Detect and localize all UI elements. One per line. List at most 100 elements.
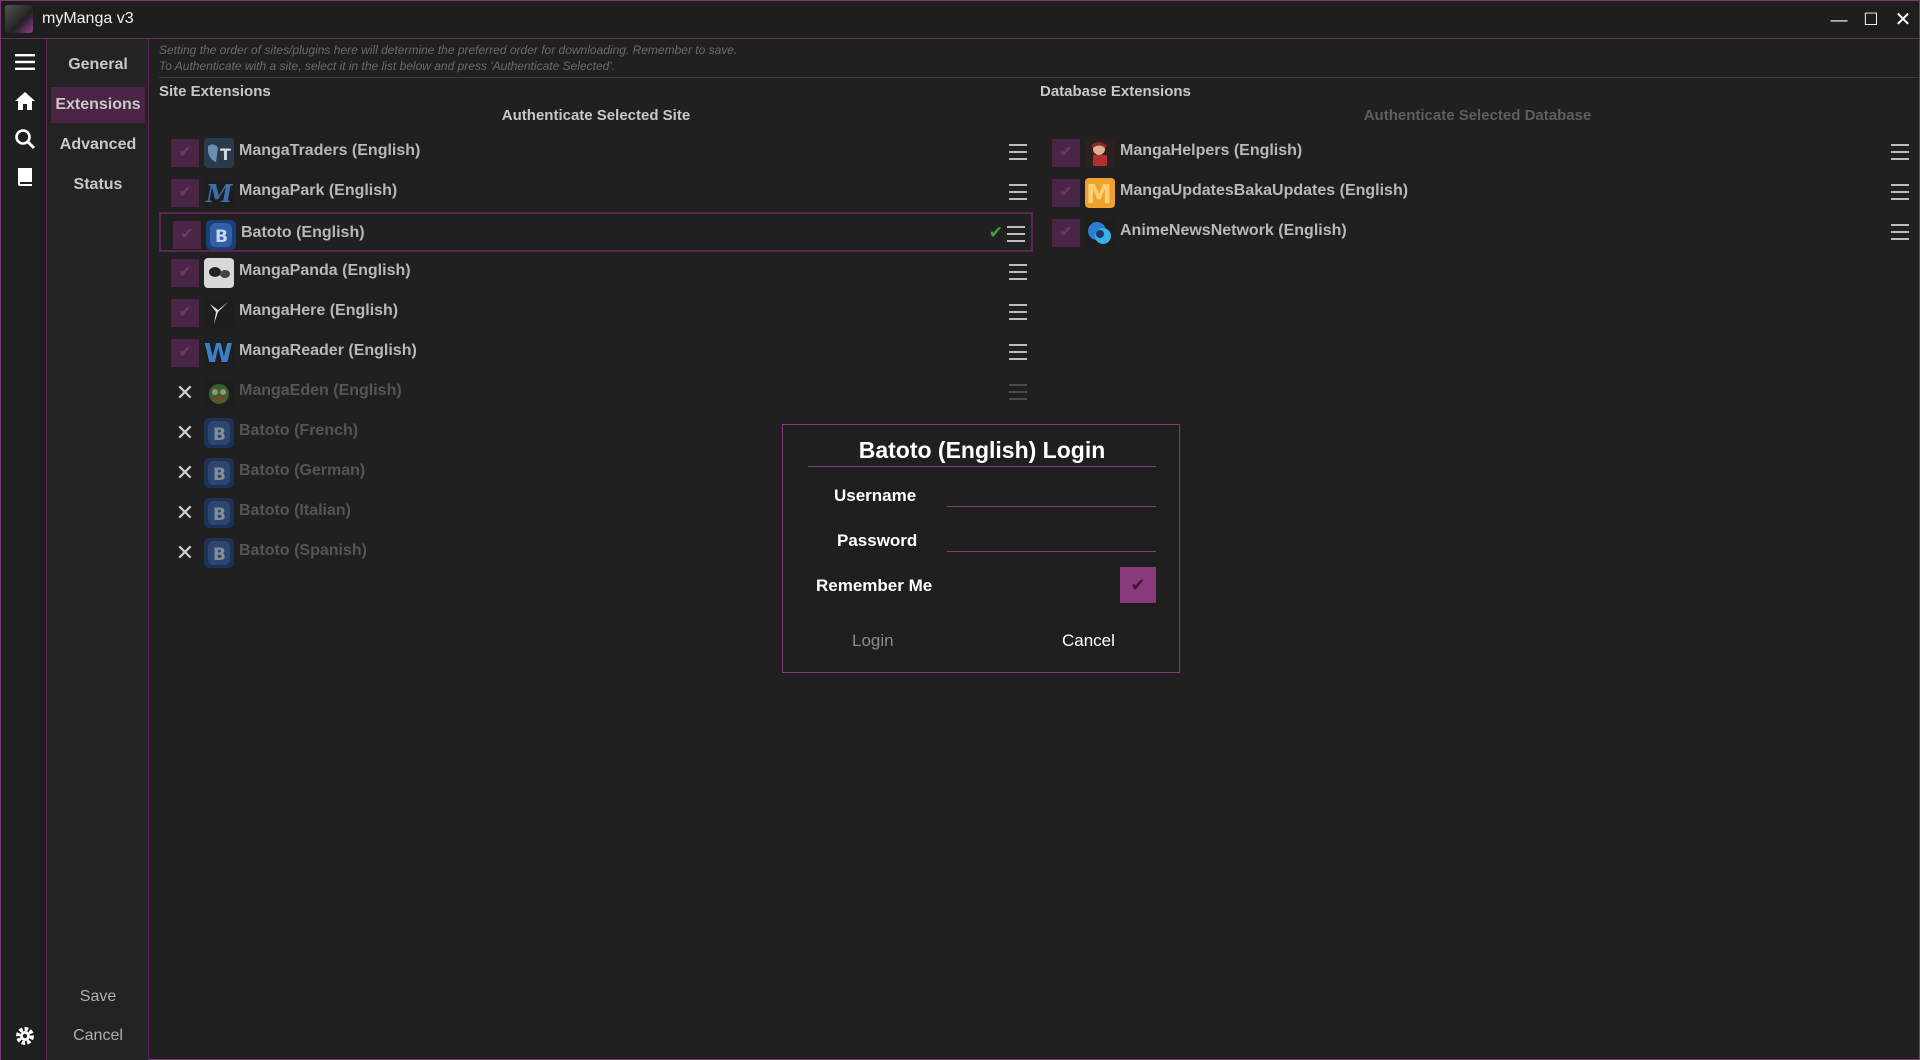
drag-handle-icon[interactable] [1009,384,1027,400]
mangapanda-icon [204,258,234,288]
title-bar[interactable]: myManga v3 — ☐ ✕ [1,1,1919,39]
nav-item-status[interactable]: Status [51,167,145,203]
drag-handle-icon[interactable] [1009,264,1027,280]
login-dialog: Batoto (English) Login Username Password… [782,424,1180,673]
mangaeden-icon [204,378,234,408]
login-button[interactable]: Login [852,631,894,651]
site-extension-row-selected[interactable]: B Batoto (English) ✔ [159,212,1033,252]
minimize-button[interactable]: — [1825,7,1853,33]
database-extensions-list: MangaHelpers (English) M MangaUpdatesBak… [1040,132,1915,252]
site-extension-label: Batoto (English) [241,224,365,241]
site-extension-label: Batoto (Spanish) [239,542,367,559]
cancel-button[interactable]: Cancel [51,1021,145,1051]
drag-handle-icon[interactable] [1009,304,1027,320]
site-extension-row-disabled[interactable]: ✕ MangaEden (English) [159,372,1033,412]
password-input[interactable] [947,526,1156,552]
drag-handle-icon[interactable] [1891,184,1909,200]
save-button[interactable]: Save [51,982,145,1012]
enabled-checkbox[interactable] [173,221,201,249]
svg-text:M: M [1086,180,1112,208]
site-extension-label: MangaEden (English) [239,382,402,399]
drag-handle-icon[interactable] [1009,144,1027,160]
enabled-checkbox[interactable] [1052,139,1080,167]
database-extension-label: MangaUpdatesBakaUpdates (English) [1120,182,1409,199]
close-button[interactable]: ✕ [1889,7,1917,33]
gear-icon[interactable] [13,1024,37,1048]
database-extension-label: MangaHelpers (English) [1120,142,1303,159]
disabled-x-icon[interactable]: ✕ [171,459,199,487]
remember-me-label: Remember Me [816,576,933,595]
site-extension-row[interactable]: W MangaReader (English) [159,332,1033,372]
mangapark-icon: M [204,178,234,208]
enabled-checkbox[interactable] [171,179,199,207]
svg-text:M: M [205,179,234,208]
nav-item-advanced[interactable]: Advanced [51,127,145,163]
svg-text:W: W [204,339,233,368]
authenticated-check-icon: ✔ [988,223,1003,242]
site-extension-row[interactable]: M MangaPark (English) [159,172,1033,212]
instructions-line-2: To Authenticate with a site, select it i… [159,59,615,73]
window-title: myManga v3 [42,10,134,27]
enabled-checkbox[interactable] [1052,179,1080,207]
svg-text:B: B [213,425,226,445]
database-extension-row[interactable]: AnimeNewsNetwork (English) [1040,212,1915,252]
app-logo-icon [5,5,33,33]
batoto-icon: B [204,538,234,568]
library-book-icon[interactable] [13,165,37,189]
enabled-checkbox[interactable] [171,339,199,367]
disabled-x-icon[interactable]: ✕ [171,379,199,407]
mangahere-icon [204,298,234,328]
enabled-checkbox[interactable] [171,259,199,287]
batoto-icon: B [206,220,236,250]
authenticate-selected-site-button[interactable]: Authenticate Selected Site [159,105,1033,127]
svg-text:B: B [213,545,226,565]
hamburger-menu-icon[interactable] [13,50,37,74]
disabled-x-icon[interactable]: ✕ [171,419,199,447]
instructions-text: Setting the order of sites/plugins here … [159,42,1919,78]
site-extension-label: MangaTraders (English) [239,142,421,159]
dialog-cancel-button[interactable]: Cancel [1062,631,1115,651]
svg-text:T: T [220,145,231,164]
password-label: Password [837,531,918,550]
icon-rail [1,39,47,1060]
database-extensions-title: Database Extensions [1040,83,1191,100]
nav-item-general[interactable]: General [51,47,145,83]
nav-item-extensions[interactable]: Extensions [51,87,145,123]
animenewsnetwork-icon [1085,218,1115,248]
disabled-x-icon[interactable]: ✕ [171,539,199,567]
database-extension-label: AnimeNewsNetwork (English) [1120,222,1347,239]
authenticate-selected-database-button[interactable]: Authenticate Selected Database [1040,105,1915,127]
database-extension-row[interactable]: MangaHelpers (English) [1040,132,1915,172]
drag-handle-icon[interactable] [1009,184,1027,200]
site-extension-label: MangaHere (English) [239,302,399,319]
drag-handle-icon[interactable] [1007,226,1025,242]
site-extension-label: MangaPanda (English) [239,262,411,279]
enabled-checkbox[interactable] [171,139,199,167]
remember-me-checkbox[interactable] [1120,567,1156,603]
maximize-button[interactable]: ☐ [1857,7,1885,33]
username-label: Username [834,486,917,505]
database-extension-row[interactable]: M MangaUpdatesBakaUpdates (English) [1040,172,1915,212]
site-extension-label: Batoto (Italian) [239,502,351,519]
app-window: myManga v3 — ☐ ✕ General Extensions Adva… [0,0,1920,1060]
drag-handle-icon[interactable] [1891,224,1909,240]
enabled-checkbox[interactable] [1052,219,1080,247]
drag-handle-icon[interactable] [1009,344,1027,360]
site-extension-label: MangaReader (English) [239,342,417,359]
login-dialog-title: Batoto (English) Login [808,433,1156,467]
site-extension-label: MangaPark (English) [239,182,398,199]
batoto-icon: B [204,498,234,528]
enabled-checkbox[interactable] [171,299,199,327]
batoto-icon: B [204,418,234,448]
search-icon[interactable] [13,127,37,151]
drag-handle-icon[interactable] [1891,144,1909,160]
site-extension-row[interactable]: T MangaTraders (English) [159,132,1033,172]
site-extension-row[interactable]: MangaHere (English) [159,292,1033,332]
instructions-line-1: Setting the order of sites/plugins here … [159,43,738,57]
username-input[interactable] [947,481,1156,507]
disabled-x-icon[interactable]: ✕ [171,499,199,527]
batoto-icon: B [204,458,234,488]
home-icon[interactable] [13,89,37,113]
site-extension-row[interactable]: MangaPanda (English) [159,252,1033,292]
mangatraders-icon: T [204,138,234,168]
